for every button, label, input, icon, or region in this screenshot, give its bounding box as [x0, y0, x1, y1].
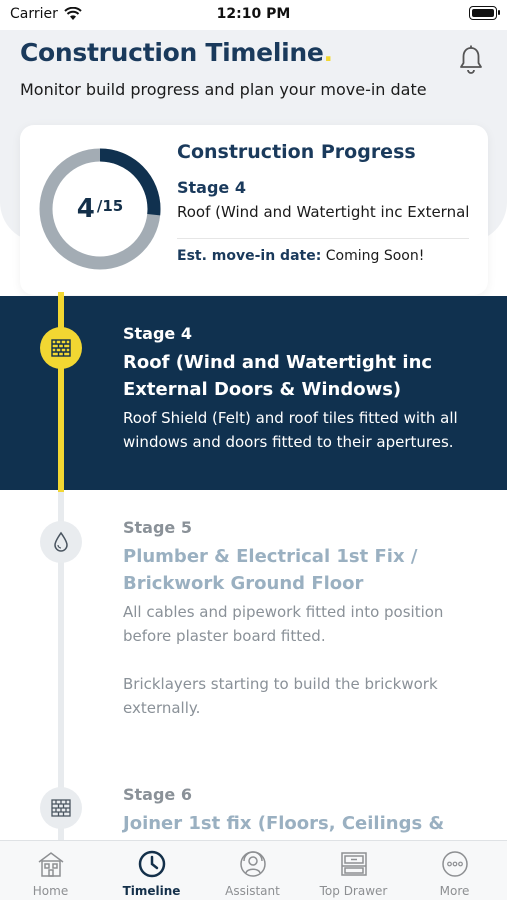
- move-in-date: Est. move-in date: Coming Soon!: [177, 248, 424, 264]
- progress-current: 4: [76, 194, 95, 224]
- house-icon: [38, 852, 64, 877]
- tab-bar: Home Timeline Assistant Top Drawer More: [0, 840, 507, 900]
- stage-name: Plumber & Electrical 1st Fix / Brickwork…: [123, 546, 418, 594]
- progress-card[interactable]: 4 /15 Construction Progress Stage 4 Roof…: [20, 125, 488, 295]
- stage-label: Stage 6: [123, 785, 192, 804]
- tab-timeline[interactable]: Timeline: [101, 841, 202, 900]
- drawer-icon: [341, 852, 367, 876]
- tab-label: Home: [32, 884, 69, 898]
- tab-more[interactable]: More: [404, 841, 505, 900]
- card-title: Construction Progress: [177, 141, 416, 163]
- timeline-progress-line: [58, 292, 64, 492]
- status-time: 12:10 PM: [216, 6, 291, 22]
- card-divider: [177, 238, 469, 239]
- stage-node-6: [40, 787, 82, 829]
- tab-label: Top Drawer: [319, 884, 388, 898]
- stage-label: Stage 4: [123, 324, 192, 343]
- assistant-icon: [240, 851, 266, 877]
- page-title: Construction Timeline.: [20, 38, 333, 67]
- stage-name: Joiner 1st fix (Floors, Ceilings &: [123, 813, 445, 834]
- card-stage-label: Stage 4: [177, 178, 246, 197]
- brick-wall-icon: [51, 799, 71, 817]
- battery-icon: [469, 6, 500, 20]
- roof-tiles-icon: [51, 339, 71, 357]
- stage-node-5: [40, 521, 82, 563]
- clock-icon: [138, 850, 166, 878]
- tab-home[interactable]: Home: [0, 841, 101, 900]
- move-in-label: Est. move-in date:: [177, 248, 322, 264]
- stage-node-4: [40, 327, 82, 369]
- stage-description-secondary: Bricklayers starting to build the brickw…: [123, 675, 438, 717]
- tab-top-drawer[interactable]: Top Drawer: [303, 841, 404, 900]
- progress-total: /15: [96, 197, 124, 215]
- water-drop-icon: [54, 531, 68, 552]
- progress-count: 4 /15: [36, 145, 164, 273]
- page-subtitle: Monitor build progress and plan your mov…: [20, 80, 427, 99]
- card-stage-name: Roof (Wind and Watertight inc External D…: [177, 203, 471, 221]
- tab-label: More: [439, 884, 470, 898]
- stage-label: Stage 5: [123, 518, 192, 537]
- move-in-value: Coming Soon!: [325, 248, 425, 264]
- more-icon: [442, 851, 468, 877]
- tab-label: Assistant: [225, 884, 280, 898]
- stage-description: Roof Shield (Felt) and roof tiles fitted…: [123, 409, 458, 451]
- title-accent-dot: .: [323, 38, 334, 67]
- tab-assistant[interactable]: Assistant: [202, 841, 303, 900]
- stage-name: Roof (Wind and Watertight inc External D…: [123, 352, 433, 400]
- status-bar: Carrier 12:10 PM: [0, 0, 507, 30]
- notification-bell-icon[interactable]: [457, 44, 485, 76]
- stage-description: All cables and pipework fitted into posi…: [123, 603, 444, 645]
- tab-label: Timeline: [122, 884, 181, 898]
